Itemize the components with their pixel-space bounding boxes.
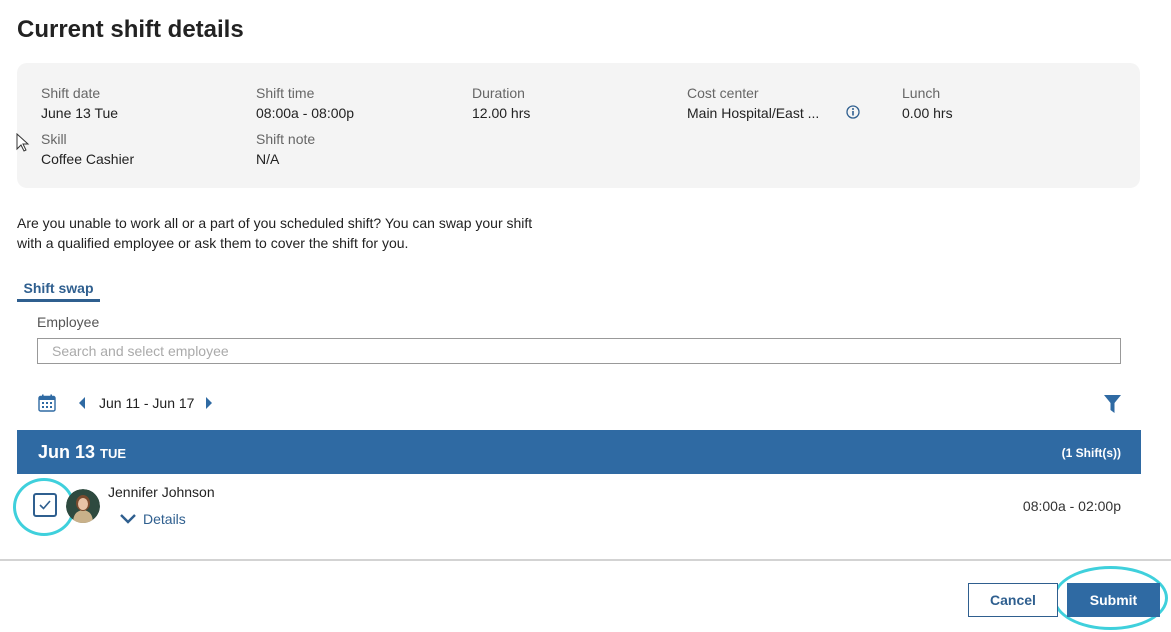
cancel-button[interactable]: Cancel xyxy=(968,583,1058,617)
duration-label: Duration xyxy=(472,85,525,101)
chevron-down-icon xyxy=(120,514,136,524)
calendar-icon[interactable] xyxy=(38,394,56,412)
details-label: Details xyxy=(143,511,186,527)
shift-time-label: Shift time xyxy=(256,85,315,101)
table-row: Jennifer Johnson Details 08:00a - 02:00p xyxy=(13,474,1141,544)
submit-button[interactable]: Submit xyxy=(1067,583,1160,617)
intro-line-2: with a qualified employee or ask them to… xyxy=(17,235,409,251)
row-shift-time: 08:00a - 02:00p xyxy=(1022,498,1121,514)
shift-note-field: Shift note N/A xyxy=(256,129,315,169)
cost-center-label: Cost center xyxy=(687,85,759,101)
shift-note-label: Shift note xyxy=(256,131,316,147)
skill-value: Coffee Cashier xyxy=(41,151,135,167)
day-date: Jun 13 xyxy=(38,442,96,462)
shift-date-value: June 13 Tue xyxy=(41,105,119,121)
duration-value: 12.00 hrs xyxy=(472,105,531,121)
intro-text: Are you unable to work all or a part of … xyxy=(17,213,577,253)
info-icon[interactable] xyxy=(846,105,860,119)
shift-note-value: N/A xyxy=(256,151,280,167)
shift-date-label: Shift date xyxy=(41,85,101,101)
chevron-right-icon[interactable] xyxy=(205,397,213,409)
intro-line-1: Are you unable to work all or a part of … xyxy=(17,215,533,231)
select-employee-checkbox[interactable] xyxy=(33,493,57,517)
lunch-field: Lunch 0.00 hrs xyxy=(902,83,953,123)
day-weekday: TUE xyxy=(100,446,126,461)
shift-date-field: Shift date June 13 Tue xyxy=(41,83,118,123)
filter-icon[interactable] xyxy=(1104,395,1121,413)
shift-details-card: Shift date June 13 Tue Shift time 08:00a… xyxy=(17,63,1140,188)
week-range: Jun 11 - Jun 17 xyxy=(99,395,195,411)
cursor-icon xyxy=(16,133,30,152)
shift-time-value: 08:00a - 08:00p xyxy=(256,105,355,121)
lunch-value: 0.00 hrs xyxy=(902,105,953,121)
checkbox-icon xyxy=(39,500,51,510)
employee-search-input[interactable] xyxy=(37,338,1121,364)
skill-label: Skill xyxy=(41,131,67,147)
employee-label: Employee xyxy=(37,314,100,330)
page-title: Current shift details xyxy=(17,16,244,43)
skill-field: Skill Coffee Cashier xyxy=(41,129,134,169)
cost-center-field: Cost center Main Hospital/East ... xyxy=(687,83,819,123)
shift-time-field: Shift time 08:00a - 08:00p xyxy=(256,83,354,123)
tab-shift-swap[interactable]: Shift swap xyxy=(17,278,100,302)
shift-count: (1 Shift(s)) xyxy=(1061,446,1121,460)
chevron-left-icon[interactable] xyxy=(78,397,86,409)
day-header: Jun 13 TUE (1 Shift(s)) xyxy=(17,430,1141,474)
lunch-label: Lunch xyxy=(902,85,941,101)
employee-name: Jennifer Johnson xyxy=(108,484,215,500)
footer-divider xyxy=(0,559,1171,561)
duration-field: Duration 12.00 hrs xyxy=(472,83,530,123)
cost-center-value: Main Hospital/East ... xyxy=(687,105,820,121)
avatar xyxy=(66,489,100,523)
details-toggle[interactable]: Details xyxy=(119,509,186,529)
